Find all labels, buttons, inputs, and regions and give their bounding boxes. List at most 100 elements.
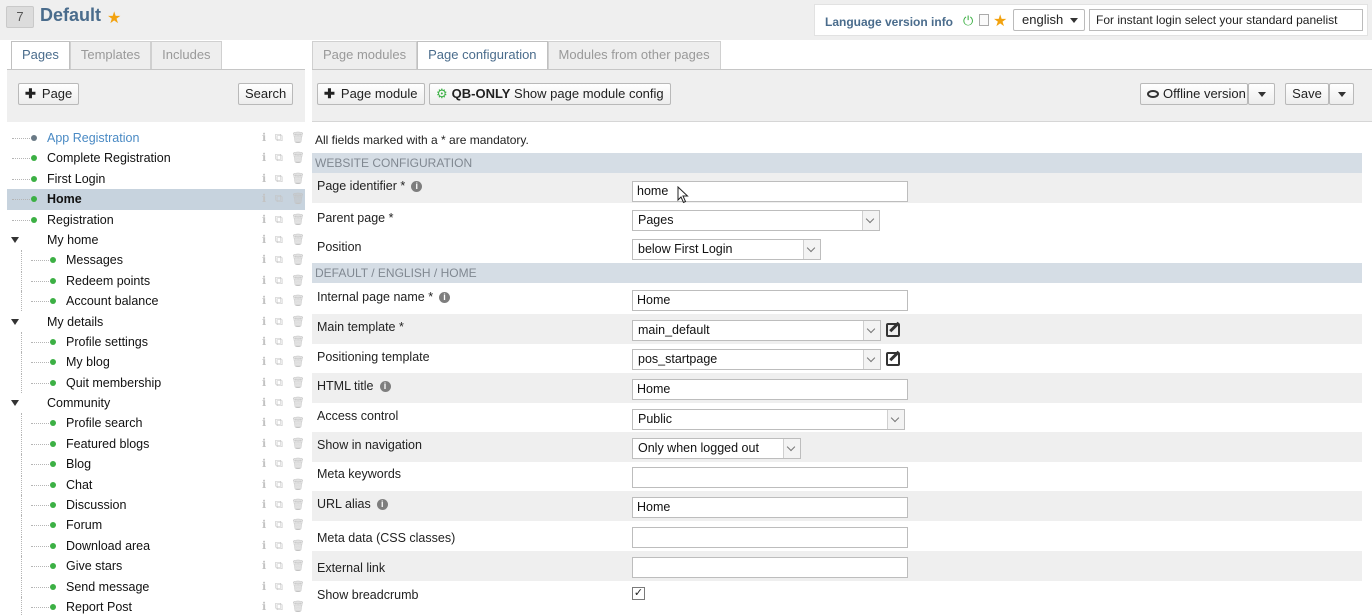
language-star-icon[interactable]: ★: [993, 11, 1007, 31]
copy-icon[interactable]: ⧉: [275, 210, 283, 230]
tree-item[interactable]: Registration ℹ ⧉ 🗑: [7, 210, 305, 230]
tree-item[interactable]: Discussion ℹ ⧉ 🗑: [7, 495, 305, 516]
tree-item-label[interactable]: Discussion: [66, 495, 126, 515]
copy-icon[interactable]: ⧉: [275, 495, 283, 515]
document-icon[interactable]: [979, 14, 989, 26]
copy-icon[interactable]: ⧉: [275, 169, 283, 189]
trash-icon[interactable]: 🗑: [291, 271, 305, 291]
tree-item-label[interactable]: Featured blogs: [66, 434, 149, 454]
info-icon[interactable]: ℹ: [262, 434, 266, 454]
copy-icon[interactable]: ⧉: [275, 373, 283, 393]
tab-page-configuration[interactable]: Page configuration: [417, 41, 548, 70]
copy-icon[interactable]: ⧉: [275, 271, 283, 291]
trash-icon[interactable]: 🗑: [291, 413, 305, 433]
tree-item[interactable]: Report Post ℹ ⧉ 🗑: [7, 596, 305, 615]
tree-item-label[interactable]: Forum: [66, 515, 102, 535]
info-icon[interactable]: ℹ: [262, 536, 266, 556]
tree-item[interactable]: Quit membership ℹ ⧉ 🗑: [7, 372, 305, 393]
copy-icon[interactable]: ⧉: [275, 128, 283, 148]
tree-item[interactable]: My blog ℹ ⧉ 🗑: [7, 352, 305, 373]
external-link-input[interactable]: [632, 557, 908, 578]
copy-icon[interactable]: ⧉: [275, 597, 283, 615]
info-icon[interactable]: ℹ: [262, 393, 266, 413]
tree-item-label[interactable]: Download area: [66, 536, 150, 556]
trash-icon[interactable]: 🗑: [291, 169, 305, 189]
info-icon[interactable]: ℹ: [262, 250, 266, 270]
expand-toggle-icon[interactable]: [11, 236, 19, 243]
copy-icon[interactable]: ⧉: [275, 413, 283, 433]
info-icon[interactable]: ℹ: [262, 230, 266, 250]
trash-icon[interactable]: 🗑: [291, 434, 305, 454]
trash-icon[interactable]: 🗑: [291, 148, 305, 168]
trash-icon[interactable]: 🗑: [291, 230, 305, 250]
language-select[interactable]: english: [1013, 9, 1085, 31]
tree-item[interactable]: Redeem points ℹ ⧉ 🗑: [7, 270, 305, 291]
trash-icon[interactable]: 🗑: [291, 536, 305, 556]
tree-item-label[interactable]: My home: [47, 230, 98, 250]
trash-icon[interactable]: 🗑: [291, 312, 305, 332]
info-icon[interactable]: ℹ: [262, 291, 266, 311]
tree-item[interactable]: Blog ℹ ⧉ 🗑: [7, 454, 305, 475]
edit-main-template-icon[interactable]: [886, 323, 900, 337]
info-icon[interactable]: ℹ: [262, 352, 266, 372]
trash-icon[interactable]: 🗑: [291, 352, 305, 372]
info-icon[interactable]: i: [439, 292, 451, 304]
info-icon[interactable]: ℹ: [262, 271, 266, 291]
info-icon[interactable]: ℹ: [262, 373, 266, 393]
info-icon[interactable]: i: [379, 381, 391, 393]
tree-item[interactable]: Complete Registration ℹ ⧉ 🗑: [7, 148, 305, 168]
tree-item[interactable]: Account balance ℹ ⧉ 🗑: [7, 291, 305, 312]
internal-page-name-input[interactable]: Home: [632, 290, 908, 311]
tree-item-label[interactable]: Home: [47, 189, 82, 209]
html-title-input[interactable]: Home: [632, 379, 908, 400]
show-breadcrumb-checkbox[interactable]: ✓: [632, 587, 645, 600]
info-icon[interactable]: ℹ: [262, 413, 266, 433]
tree-item-label[interactable]: My details: [47, 312, 103, 332]
page-identifier-input[interactable]: home: [632, 181, 908, 202]
tree-item-label[interactable]: Give stars: [66, 556, 122, 576]
tree-item-label[interactable]: Registration: [47, 210, 114, 230]
tree-item-label[interactable]: First Login: [47, 169, 105, 189]
edit-positioning-template-icon[interactable]: [886, 352, 900, 366]
info-icon[interactable]: ℹ: [262, 577, 266, 597]
save-dropdown[interactable]: [1329, 83, 1354, 105]
tree-item-label[interactable]: Redeem points: [66, 271, 150, 291]
tree-item[interactable]: Profile search ℹ ⧉ 🗑: [7, 413, 305, 434]
main-template-select[interactable]: main_default: [632, 320, 881, 341]
trash-icon[interactable]: 🗑: [291, 495, 305, 515]
tree-item[interactable]: Featured blogs ℹ ⧉ 🗑: [7, 433, 305, 454]
tree-item[interactable]: My details ℹ ⧉ 🗑: [7, 312, 305, 332]
tree-item[interactable]: Home ℹ ⧉ 🗑: [7, 189, 305, 210]
trash-icon[interactable]: 🗑: [291, 597, 305, 615]
add-page-module-button[interactable]: ✚ Page module: [317, 83, 425, 105]
tab-pages[interactable]: Pages: [11, 41, 70, 70]
tree-item-label[interactable]: Chat: [66, 475, 92, 495]
trash-icon[interactable]: 🗑: [291, 556, 305, 576]
tree-item[interactable]: Send message ℹ ⧉ 🗑: [7, 576, 305, 597]
parent-page-select[interactable]: Pages: [632, 210, 880, 231]
tree-item-label[interactable]: Account balance: [66, 291, 158, 311]
copy-icon[interactable]: ⧉: [275, 189, 283, 209]
power-icon[interactable]: ⏻: [963, 13, 973, 29]
instant-login-select[interactable]: For instant login select your standard p…: [1089, 9, 1363, 31]
info-icon[interactable]: i: [411, 181, 423, 193]
info-icon[interactable]: ℹ: [262, 148, 266, 168]
tree-item[interactable]: Profile settings ℹ ⧉ 🗑: [7, 331, 305, 352]
trash-icon[interactable]: 🗑: [291, 332, 305, 352]
info-icon[interactable]: ℹ: [262, 169, 266, 189]
tree-item-label[interactable]: Profile settings: [66, 332, 148, 352]
save-button[interactable]: Save: [1285, 83, 1329, 105]
copy-icon[interactable]: ⧉: [275, 393, 283, 413]
copy-icon[interactable]: ⧉: [275, 352, 283, 372]
url-alias-input[interactable]: Home: [632, 497, 908, 518]
info-icon[interactable]: ℹ: [262, 332, 266, 352]
tree-item[interactable]: Download area ℹ ⧉ 🗑: [7, 535, 305, 556]
tree-item[interactable]: Messages ℹ ⧉ 🗑: [7, 250, 305, 271]
tree-item[interactable]: First Login ℹ ⧉ 🗑: [7, 169, 305, 189]
expand-toggle-icon[interactable]: [11, 318, 19, 325]
language-version-label[interactable]: Language version info: [825, 15, 953, 29]
search-button[interactable]: Search: [238, 83, 294, 105]
copy-icon[interactable]: ⧉: [275, 434, 283, 454]
info-icon[interactable]: ℹ: [262, 556, 266, 576]
tree-item-label[interactable]: Blog: [66, 454, 91, 474]
